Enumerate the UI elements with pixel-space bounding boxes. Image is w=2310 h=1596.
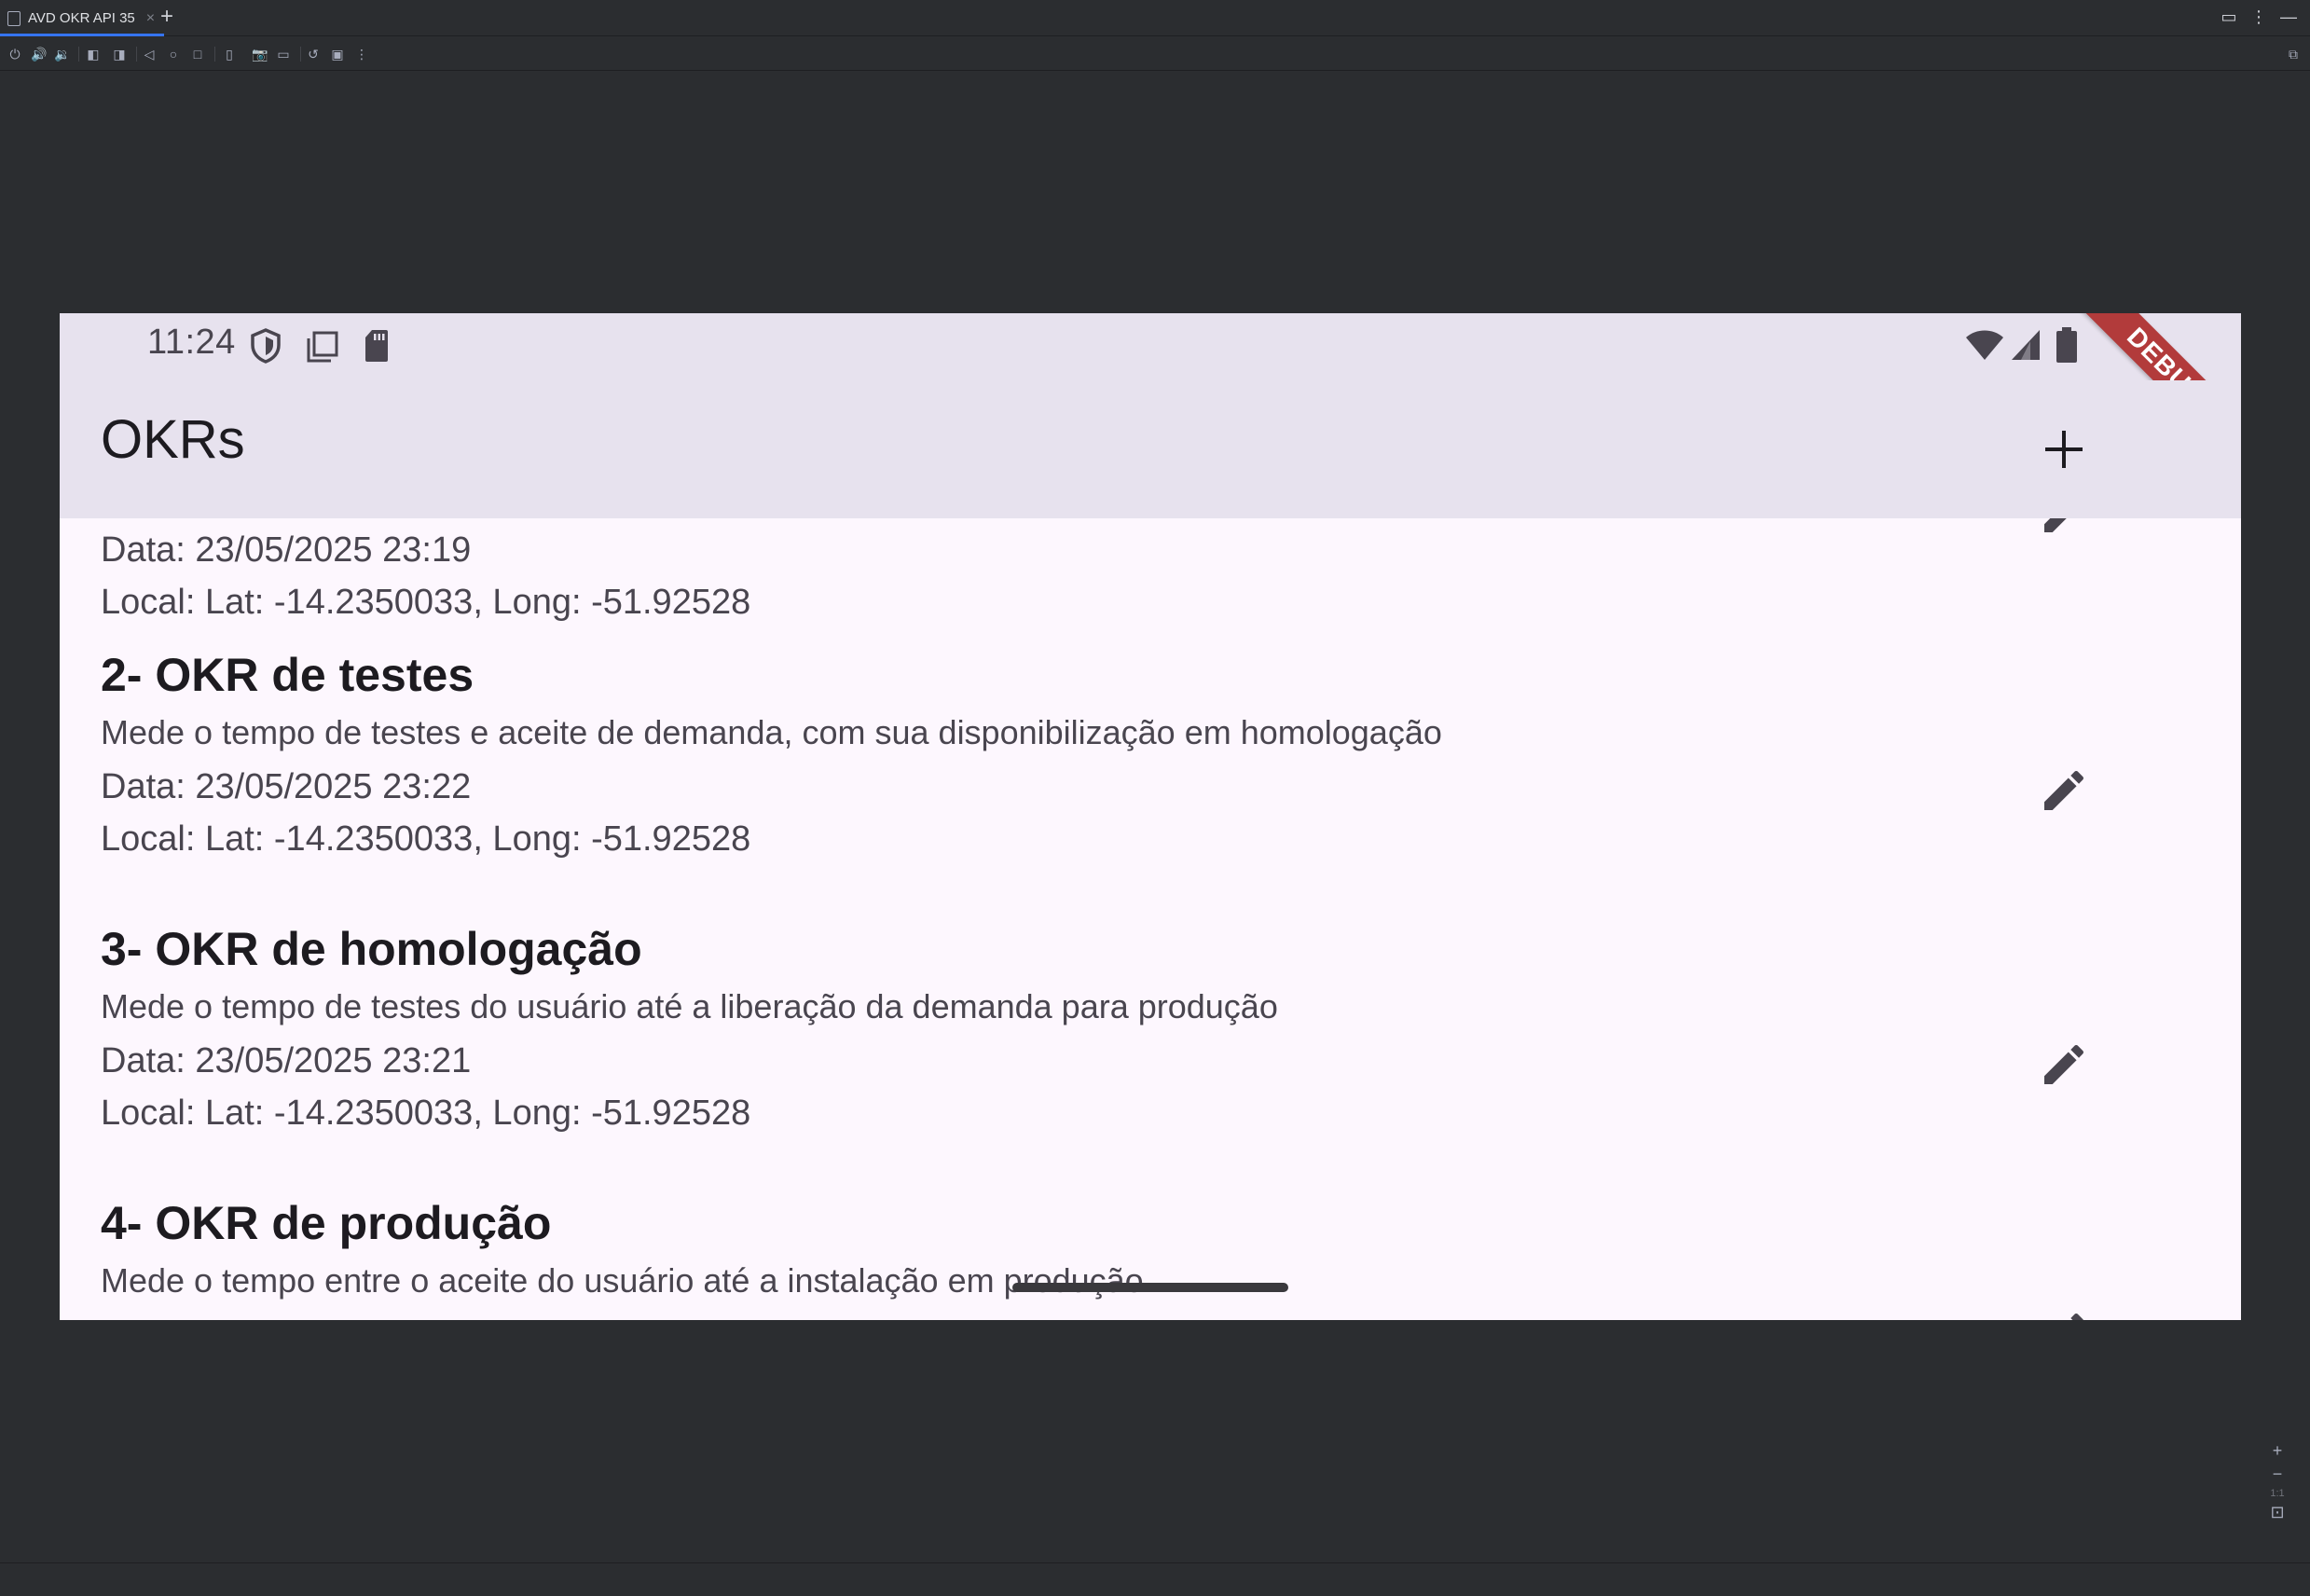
sd-card-icon [365, 330, 388, 362]
status-bar: 11:24 [60, 313, 2241, 380]
tab-label: AVD OKR API 35 [28, 10, 135, 26]
device-screen[interactable]: 11:24 DEBUG OKRs Data: 23/05/2025 23:19 … [60, 313, 2241, 1320]
status-time: 11:24 [147, 323, 236, 362]
okr-title: 3- OKR de homologação [101, 923, 642, 975]
okr-location: Local: Lat: -14.2350033, Long: -51.92528 [101, 819, 751, 859]
screen-cast-icon [307, 331, 338, 363]
close-icon[interactable]: × [146, 10, 155, 27]
tab-avd[interactable]: AVD OKR API 35 × [0, 0, 165, 36]
zoom-actual-size-button[interactable]: 1:1 [2270, 1488, 2284, 1499]
fit-screen-icon[interactable]: ⊡ [2270, 1503, 2284, 1522]
ide-tab-bar: AVD OKR API 35 × + ▭ ⋮ — [0, 0, 2310, 36]
okr-location: Local: Lat: -14.2350033, Long: -51.92528 [101, 1094, 751, 1133]
back-icon[interactable]: ◁ [142, 47, 157, 62]
emulator-toolbar: ⏻ 🔊 🔉 ◧ ◨ ◁ ○ □ ▯ 📷 ▭ ↺ ▣ ⋮ ⧉ [0, 37, 2310, 71]
more-options-icon[interactable]: ⋮ [2250, 7, 2267, 27]
device-icon [7, 10, 21, 26]
zoom-controls: + − 1:1 ⊡ [2265, 1441, 2289, 1544]
zoom-in-button[interactable]: + [2273, 1441, 2283, 1461]
more-icon[interactable]: ⋮ [354, 47, 369, 62]
snapshot-icon[interactable]: ↺ [306, 47, 321, 62]
list-item[interactable]: 3- OKR de homologação Mede o tempo de te… [101, 919, 2170, 1139]
overview-icon[interactable]: □ [190, 47, 205, 62]
edit-button[interactable] [2032, 1301, 2096, 1320]
volume-down-icon[interactable]: 🔉 [54, 47, 70, 62]
okr-description: Mede o tempo de testes e aceite de deman… [101, 713, 1442, 751]
toolbar-divider [136, 47, 137, 62]
minimize-icon[interactable]: — [2280, 7, 2297, 27]
vpn-shield-icon [251, 328, 281, 364]
signal-icon [2012, 330, 2040, 360]
rotate-left-icon[interactable]: ◧ [86, 47, 101, 62]
window-layout-icon[interactable]: ▭ [2221, 7, 2237, 27]
plus-icon [2045, 431, 2083, 468]
edit-button[interactable] [2032, 518, 2096, 544]
list-item[interactable]: Data: 23/05/2025 23:19 Local: Lat: -14.2… [101, 524, 2170, 628]
volume-up-icon[interactable]: 🔊 [31, 47, 47, 62]
okr-list[interactable]: Data: 23/05/2025 23:19 Local: Lat: -14.2… [60, 518, 2241, 1320]
device-mirroring-icon[interactable]: ⧉ [2286, 47, 2301, 62]
edit-button[interactable] [2032, 1033, 2096, 1096]
okr-description: Mede o tempo entre o aceite do usuário a… [101, 1261, 1144, 1300]
toolbar-divider [300, 47, 301, 62]
add-tab-icon[interactable]: + [160, 6, 173, 28]
okr-date: Data: 23/05/2025 23:21 [101, 1041, 472, 1080]
okr-date: Data: 23/05/2025 23:19 [101, 530, 472, 570]
battery-icon [2056, 327, 2077, 363]
home-icon[interactable]: ○ [166, 47, 181, 62]
display-settings-icon[interactable]: ▣ [330, 47, 345, 62]
power-icon[interactable]: ⏻ [7, 47, 22, 62]
zoom-out-button[interactable]: − [2273, 1465, 2283, 1484]
edit-pencil-icon [2044, 770, 2084, 810]
add-okr-button[interactable] [2028, 414, 2099, 485]
edit-pencil-icon [2044, 1044, 2084, 1084]
app-bar: OKRs [60, 380, 2241, 518]
okr-title: 4- OKR de produção [101, 1197, 552, 1249]
edit-pencil-icon [2044, 518, 2067, 532]
page-title: OKRs [101, 409, 245, 470]
wifi-icon [1966, 330, 2003, 360]
rotate-right-icon[interactable]: ◨ [112, 47, 127, 62]
window-controls: ▭ ⋮ — [2221, 7, 2297, 27]
toolbar-divider [78, 47, 79, 62]
fold-icon[interactable]: ▯ [222, 47, 237, 62]
okr-location: Local: Lat: -14.2350033, Long: -51.92528 [101, 583, 751, 622]
gesture-navigation-bar[interactable] [1012, 1283, 1288, 1292]
record-icon[interactable]: ▭ [276, 47, 291, 62]
edit-pencil-icon [2070, 1313, 2083, 1320]
okr-description: Mede o tempo de testes do usuário até a … [101, 987, 1278, 1025]
list-item[interactable]: 2- OKR de testes Mede o tempo de testes … [101, 645, 2170, 865]
screenshot-icon[interactable]: 📷 [252, 47, 268, 62]
tab-active-indicator [0, 34, 165, 36]
toolbar-divider [214, 47, 215, 62]
status-strip [0, 1562, 2310, 1596]
okr-date: Data: 23/05/2025 23:22 [101, 767, 472, 806]
edit-button[interactable] [2032, 759, 2096, 822]
okr-title: 2- OKR de testes [101, 649, 474, 701]
